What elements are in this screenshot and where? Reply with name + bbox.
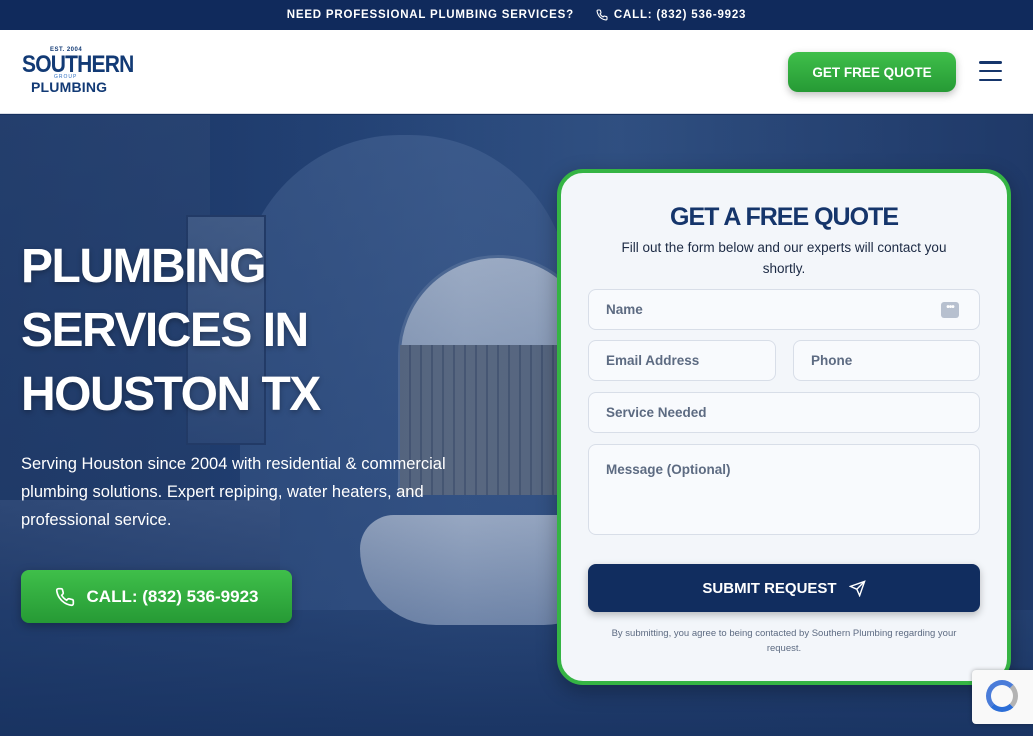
- hero-subtitle: Serving Houston since 2004 with resident…: [21, 455, 446, 529]
- hero-title-line2: SERVICES IN: [21, 304, 309, 357]
- recaptcha-badge[interactable]: [972, 670, 1033, 724]
- topbar-tagline: NEED PROFESSIONAL PLUMBING SERVICES?: [286, 9, 574, 21]
- topbar-call-label: CALL: (832) 536-9923: [613, 9, 747, 21]
- service-needed-field[interactable]: Service Needed: [588, 392, 980, 433]
- send-icon: [848, 579, 866, 597]
- top-announcement-bar: NEED PROFESSIONAL PLUMBING SERVICES? CAL…: [0, 0, 1033, 30]
- submit-request-button[interactable]: SUBMIT REQUEST: [588, 564, 980, 612]
- phone-placeholder: Phone: [811, 353, 853, 368]
- hamburger-menu-icon[interactable]: [979, 59, 1002, 83]
- recaptcha-icon: [986, 680, 1018, 712]
- message-placeholder: Message (Optional): [606, 462, 731, 477]
- phone-icon: [596, 9, 608, 21]
- topbar-call-link[interactable]: CALL: (832) 536-9923: [596, 9, 746, 21]
- message-field[interactable]: Message (Optional): [588, 444, 980, 535]
- quote-form-card: GET A FREE QUOTE Fill out the form below…: [557, 169, 1011, 685]
- form-description: Fill out the form below and our experts …: [621, 240, 947, 276]
- email-placeholder: Email Address: [606, 353, 700, 368]
- hero-title-line1: PLUMBING: [21, 240, 266, 293]
- email-field[interactable]: Email Address: [588, 340, 776, 381]
- service-placeholder: Service Needed: [606, 405, 707, 420]
- phone-icon: [55, 587, 74, 606]
- phone-field[interactable]: Phone: [793, 340, 980, 381]
- form-disclaimer: By submitting, you agree to being contac…: [611, 628, 957, 654]
- hero-title-line3: HOUSTON TX: [21, 368, 321, 421]
- hero-call-button[interactable]: CALL: (832) 536-9923: [21, 570, 292, 623]
- logo-word-plumbing: PLUMBING: [31, 79, 108, 95]
- password-manager-icon[interactable]: •••: [941, 302, 959, 318]
- site-header: EST. 2004 SOUTHERN GROUP PLUMBING GET FR…: [0, 30, 1033, 114]
- name-placeholder: Name: [606, 302, 643, 317]
- get-free-quote-button[interactable]: GET FREE QUOTE: [788, 52, 956, 92]
- hero-call-label: CALL: (832) 536-9923: [86, 586, 259, 606]
- form-title: GET A FREE QUOTE: [670, 203, 899, 231]
- submit-label: SUBMIT REQUEST: [702, 579, 837, 597]
- hero-title: PLUMBING SERVICES IN HOUSTON TX: [21, 235, 481, 427]
- name-field[interactable]: Name •••: [588, 289, 980, 330]
- company-logo[interactable]: EST. 2004 SOUTHERN GROUP PLUMBING: [22, 47, 134, 97]
